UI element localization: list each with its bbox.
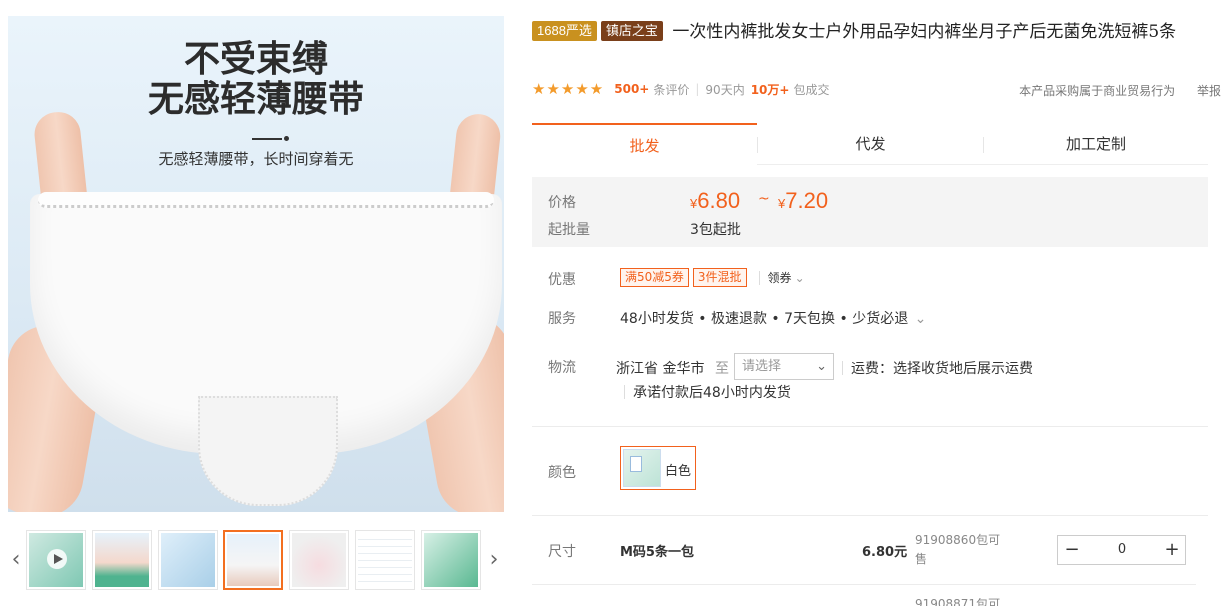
thumbnail-6[interactable] [355,530,415,590]
delivery-promise: 承诺付款后48小时内发货 [624,382,791,402]
product-info-panel: 1688严选 镇店之宝 一次性内裤批发女士户外用品孕妇内裤坐月子产后无菌免洗短裤5… [532,0,1221,606]
size-price: 6.80元 [862,545,908,560]
color-swatch-image [623,449,661,487]
service-row[interactable]: 48小时发货 • 极速退款 • 7天包换 • 少货必退 ⌄ [620,308,926,328]
deal-count: 10万+ [750,82,790,97]
deal-period: 90天内 [705,82,745,97]
waistband-illustration [38,192,494,208]
price-box [532,177,1208,247]
promo-row: 满50减5券 3件混批 领券 ⌄ [620,268,805,287]
coupon-mixed-batch[interactable]: 3件混批 [692,268,747,287]
thumbnail-4[interactable] [223,530,283,590]
thumbnail-5[interactable] [289,530,349,590]
tag-yanxuan[interactable]: 1688严选 [532,21,597,41]
increment-button[interactable]: + [1158,536,1186,564]
logistics-label: 物流 [548,360,576,376]
review-count[interactable]: 500+ [614,82,649,96]
price-range-tilde: ~ [758,191,770,207]
freight-text: 运费：选择收货地后展示运费 [851,361,1033,377]
color-option-white[interactable]: 白色 [620,446,696,490]
thumbnail-7[interactable] [421,530,481,590]
delivery-promise-text: 承诺付款后48小时内发货 [633,385,791,401]
next-size-stock: 91908871包可 [915,598,1001,606]
price-high: ¥7.20 [778,188,829,213]
color-label: 颜色 [548,465,576,481]
color-option-label: 白色 [665,464,692,479]
thumbnail-1[interactable] [26,530,86,590]
trade-notice-text: 本产品采购属于商业贸易行为 [1019,84,1176,98]
get-coupon-link[interactable]: 领券 [768,269,792,286]
hero-divider-dot [284,136,289,141]
quantity-value[interactable]: 0 [1086,536,1158,564]
thumbnail-strip: ‹ › [8,530,504,590]
min-order-label: 起批量 [548,222,590,238]
trade-notice: 本产品采购属于商业贸易行为 举报 [1019,82,1221,99]
thumb-prev-icon[interactable]: ‹ [8,530,24,590]
chevron-down-icon: ⌄ [794,270,805,285]
freight-info: 运费：选择收货地后展示运费 [842,358,1033,378]
review-label[interactable]: 条评价 [653,81,689,98]
hero-title-line1: 不受束缚 [183,39,328,80]
size-label: 尺寸 [548,544,576,560]
tab-custom[interactable]: 加工定制 [984,123,1208,165]
report-link[interactable]: 举报 [1197,84,1221,98]
product-title: 1688严选 镇店之宝 一次性内裤批发女士户外用品孕妇内裤坐月子产后无菌免洗短裤5… [532,18,1207,46]
promo-label: 优惠 [548,272,576,288]
size-name: M码5条一包 [620,545,694,560]
logistics-origin: 浙江省 金华市 [616,361,705,377]
rating-stars-icon: ★★★★★ [532,80,605,98]
tag-zhendian[interactable]: 镇店之宝 [600,21,663,41]
rating-row: ★★★★★ 500+ 条评价 | 90天内 10万+ 包成交 [532,80,830,98]
price-label: 价格 [548,195,576,211]
size-stock-line1: 91908860包可 [915,533,1001,547]
size-stock-line2: 售 [915,552,928,566]
chevron-down-icon: ⌄ [914,311,927,327]
min-order-value: 3包起批 [690,222,741,238]
size-stock: 91908860包可 售 [915,531,1000,569]
quantity-stepper: − 0 + [1057,535,1186,565]
thumbnail-3[interactable] [158,530,218,590]
chevron-down-icon: ⌄ [816,359,827,374]
deal-label: 包成交 [793,82,830,97]
destination-select-placeholder: 请选择 [742,359,782,374]
divider [532,584,1196,585]
price-low: ¥6.80 [690,188,741,213]
coupon-full-reduction[interactable]: 满50减5券 [620,268,689,287]
divider [532,515,1208,516]
main-product-image[interactable]: 不受束缚 无感轻薄腰带 无感轻薄腰带，长时间穿着无 [8,16,504,512]
decrement-button[interactable]: − [1058,536,1086,564]
tab-dropship[interactable]: 代发 [758,123,983,165]
hero-divider [252,138,282,140]
service-label: 服务 [548,311,576,327]
tab-wholesale[interactable]: 批发 [532,123,757,166]
thumbnail-2[interactable] [92,530,152,590]
thumb-next-icon[interactable]: › [486,530,502,590]
purchase-tabs: 批发 代发 加工定制 [532,123,1208,166]
product-title-text: 一次性内裤批发女士户外用品孕妇内裤坐月子产后无菌免洗短裤5条 [672,22,1177,42]
logistics-to: 至 [715,361,729,377]
destination-select[interactable]: 请选择 ⌄ [734,353,834,380]
service-text: 48小时发货 • 极速退款 • 7天包换 • 少货必退 [620,311,909,327]
hero-title-line2: 无感轻薄腰带 [147,79,364,120]
divider [532,426,1208,427]
gusset-illustration [198,396,338,506]
